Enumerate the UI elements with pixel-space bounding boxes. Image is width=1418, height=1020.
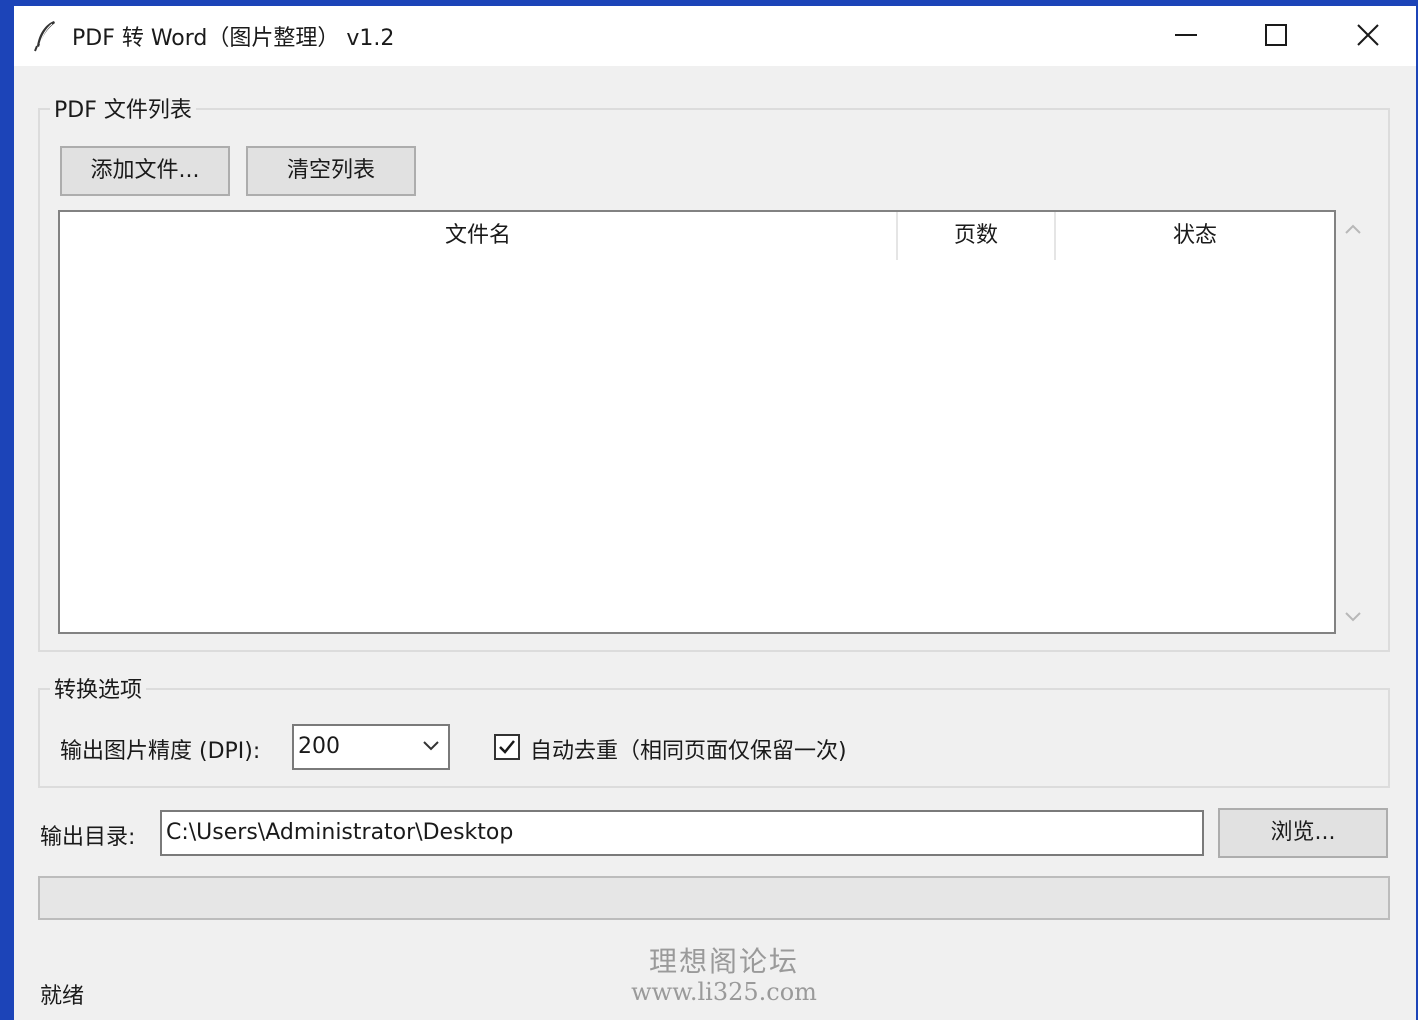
column-header-filename[interactable]: 文件名 (60, 212, 896, 260)
browse-button[interactable]: 浏览... (1218, 808, 1388, 858)
add-file-button[interactable]: 添加文件... (60, 146, 230, 196)
options-group-label: 转换选项 (50, 672, 147, 704)
dpi-label: 输出图片精度 (DPI): (60, 739, 261, 764)
scroll-down-arrow-icon[interactable] (1344, 610, 1362, 624)
scroll-up-arrow-icon[interactable] (1344, 222, 1362, 236)
close-icon (1357, 24, 1379, 46)
file-table[interactable]: 文件名 页数 状态 (58, 210, 1336, 634)
window-title: PDF 转 Word（图片整理） v1.2 (72, 26, 395, 51)
status-text: 就绪 (40, 984, 85, 1009)
column-header-status[interactable]: 状态 (1056, 212, 1334, 260)
minimize-button[interactable] (1141, 6, 1231, 66)
title-bar[interactable]: PDF 转 Word（图片整理） v1.2 (14, 6, 1416, 66)
dpi-value: 200 (298, 734, 340, 759)
maximize-icon (1265, 24, 1287, 46)
progress-bar (38, 876, 1390, 920)
maximize-button[interactable] (1231, 6, 1321, 66)
dedupe-label[interactable]: 自动去重（相同页面仅保留一次) (530, 733, 847, 765)
minimize-icon (1175, 34, 1197, 36)
watermark-url: www.li325.com (631, 978, 817, 1006)
output-dir-value: C:\Users\Administrator\Desktop (166, 820, 514, 845)
feather-icon (34, 21, 55, 52)
column-header-pages[interactable]: 页数 (898, 212, 1054, 260)
chevron-down-icon[interactable] (422, 740, 440, 752)
dpi-combobox[interactable]: 200 (292, 724, 450, 770)
clear-list-button[interactable]: 清空列表 (246, 146, 416, 196)
main-window: PDF 转 Word（图片整理） v1.2 PDF 文件列表 添加文件... 清… (14, 6, 1416, 1020)
file-list-group-label: PDF 文件列表 (50, 92, 196, 124)
close-button[interactable] (1323, 6, 1413, 66)
dedupe-checkbox[interactable] (494, 734, 520, 760)
output-dir-label: 输出目录: (40, 825, 136, 850)
checkmark-icon (499, 740, 515, 754)
output-dir-input[interactable]: C:\Users\Administrator\Desktop (160, 810, 1204, 856)
watermark-title: 理想阁论坛 (648, 945, 799, 978)
